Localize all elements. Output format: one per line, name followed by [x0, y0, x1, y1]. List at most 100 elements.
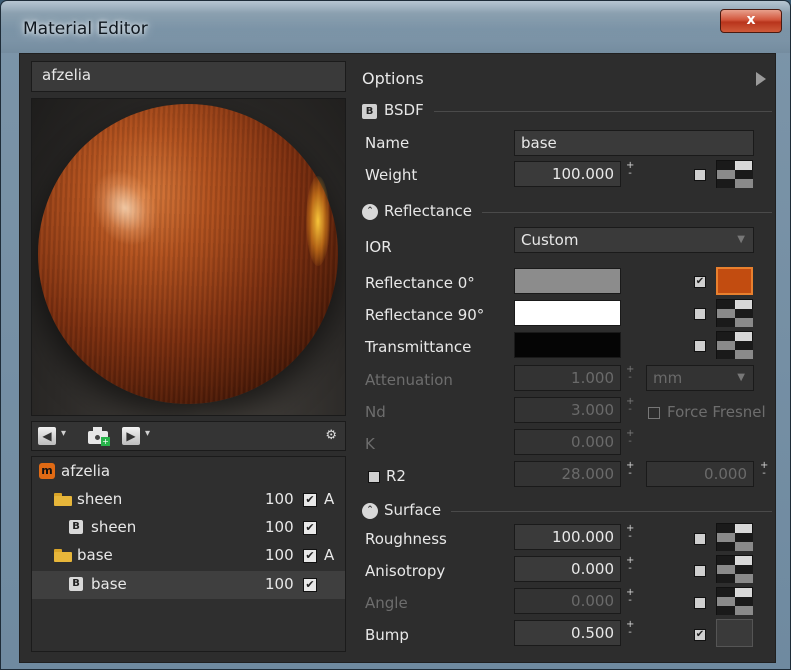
roughness-texture-checkbox[interactable] — [694, 533, 706, 545]
spinner-down[interactable]: - — [760, 469, 768, 479]
spinner-down[interactable]: - — [626, 564, 634, 574]
r2-checkbox[interactable] — [368, 471, 380, 483]
close-button[interactable]: x — [720, 9, 782, 33]
reflectance-section-header[interactable]: ⌃ Reflectance — [362, 202, 772, 222]
reflectance-0-texture-icon[interactable] — [716, 267, 753, 295]
angle-label: Angle — [365, 594, 408, 612]
ior-dropdown[interactable]: Custom ▼ — [514, 227, 754, 253]
editor-client-area: afzelia ◀ ▾ + ▶ ▾ ⚙ m afzelia sheen 100 … — [19, 53, 776, 663]
reflectance-90-texture-icon[interactable] — [716, 299, 753, 327]
transmittance-label: Transmittance — [365, 338, 472, 356]
surface-section-header[interactable]: ⌃ Surface — [362, 501, 772, 521]
angle-texture-checkbox[interactable] — [694, 597, 706, 609]
title-bar[interactable]: Material Editor x — [1, 1, 790, 53]
reflectance-90-texture-checkbox[interactable] — [694, 308, 706, 320]
r2-second-spinner[interactable]: + - — [760, 461, 768, 479]
bump-texture-checkbox[interactable]: ✔ — [694, 629, 706, 641]
weight-input[interactable]: 100.000 — [514, 161, 621, 187]
spinner-down[interactable]: - — [626, 596, 634, 606]
spinner-down[interactable]: - — [626, 405, 634, 415]
spinner-down[interactable]: - — [626, 373, 634, 383]
name-label: Name — [365, 134, 410, 152]
weight-texture-icon[interactable] — [716, 160, 753, 188]
transmittance-texture-checkbox[interactable] — [694, 340, 706, 352]
back-dropdown-icon[interactable]: ▾ — [61, 428, 66, 439]
tree-row-bsdf-selected[interactable]: B base 100 ✔ — [32, 571, 345, 599]
options-expand-icon[interactable] — [756, 72, 766, 86]
bsdf-section-icon: B — [362, 104, 377, 119]
spinner-down[interactable]: - — [626, 628, 634, 638]
anisotropy-input[interactable]: 0.000 — [514, 556, 621, 582]
material-preview[interactable] — [31, 98, 346, 416]
collapse-icon[interactable]: ⌃ — [362, 204, 378, 220]
anisotropy-spinner[interactable]: + - — [626, 556, 634, 574]
tree-item-enabled-checkbox[interactable]: ✔ — [303, 549, 317, 563]
bsdf-icon: B — [69, 577, 83, 591]
weight-texture-checkbox[interactable] — [694, 169, 706, 181]
r2-second-input[interactable]: 0.000 — [646, 461, 754, 487]
tree-row-layer[interactable]: base 100 ✔ A — [32, 542, 345, 570]
attenuation-unit-dropdown[interactable]: mm ▼ — [646, 365, 754, 391]
tree-item-enabled-checkbox[interactable]: ✔ — [303, 578, 317, 592]
preview-settings-icon[interactable]: ⚙ — [325, 428, 337, 443]
attenuation-input[interactable]: 1.000 — [514, 365, 621, 391]
roughness-input[interactable]: 100.000 — [514, 524, 621, 550]
back-arrow-icon[interactable]: ◀ — [38, 427, 56, 445]
k-spinner[interactable]: + - — [626, 429, 634, 447]
tree-item-label: afzelia — [61, 462, 111, 480]
reflectance-0-texture-checkbox[interactable]: ✔ — [694, 276, 706, 288]
k-input[interactable]: 0.000 — [514, 429, 621, 455]
collapse-icon[interactable]: ⌃ — [362, 503, 378, 519]
reflectance-0-color-swatch[interactable] — [514, 268, 621, 294]
reflectance-90-color-swatch[interactable] — [514, 300, 621, 326]
forward-dropdown-icon[interactable]: ▾ — [145, 428, 150, 439]
spinner-down[interactable]: - — [626, 469, 634, 479]
nd-input[interactable]: 3.000 — [514, 397, 621, 423]
angle-spinner[interactable]: + - — [626, 588, 634, 606]
spinner-down[interactable]: - — [626, 437, 634, 447]
tree-row-layer[interactable]: sheen 100 ✔ A — [32, 486, 345, 514]
chevron-down-icon: ▼ — [737, 234, 745, 245]
angle-input[interactable]: 0.000 — [514, 588, 621, 614]
material-icon: m — [39, 463, 55, 479]
camera-add-icon[interactable]: + — [88, 426, 110, 446]
attenuation-label: Attenuation — [365, 371, 453, 389]
chevron-down-icon: ▼ — [737, 372, 745, 383]
tree-item-label: sheen — [77, 490, 123, 508]
spinner-down[interactable]: - — [626, 169, 634, 179]
anisotropy-texture-checkbox[interactable] — [694, 565, 706, 577]
tree-row-bsdf[interactable]: B sheen 100 ✔ — [32, 514, 345, 542]
sphere-rim-light — [306, 176, 330, 266]
window-title: Material Editor — [23, 19, 148, 39]
tree-item-label: sheen — [91, 518, 137, 536]
anisotropy-texture-icon[interactable] — [716, 555, 753, 583]
surface-section-label: Surface — [384, 501, 442, 519]
tree-item-weight: 100 — [265, 518, 294, 536]
tree-row-material[interactable]: m afzelia — [32, 458, 345, 486]
bump-input[interactable]: 0.500 — [514, 620, 621, 646]
r2-input[interactable]: 28.000 — [514, 461, 621, 487]
reflectance-90-label: Reflectance 90° — [365, 306, 485, 324]
spinner-down[interactable]: - — [626, 532, 634, 542]
force-fresnel-checkbox[interactable] — [648, 407, 660, 419]
folder-icon — [54, 493, 72, 506]
options-label[interactable]: Options — [362, 69, 424, 88]
forward-arrow-icon[interactable]: ▶ — [122, 427, 140, 445]
tree-item-enabled-checkbox[interactable]: ✔ — [303, 493, 317, 507]
bump-texture-icon[interactable] — [716, 619, 753, 647]
tree-item-enabled-checkbox[interactable]: ✔ — [303, 521, 317, 535]
bsdf-name-input[interactable]: base — [514, 130, 754, 156]
material-name-field[interactable]: afzelia — [31, 61, 346, 92]
angle-texture-icon[interactable] — [716, 587, 753, 615]
bump-spinner[interactable]: + - — [626, 620, 634, 638]
transmittance-texture-icon[interactable] — [716, 331, 753, 359]
weight-spinner[interactable]: + - — [626, 161, 634, 179]
transmittance-color-swatch[interactable] — [514, 332, 621, 358]
roughness-texture-icon[interactable] — [716, 523, 753, 551]
tree-item-weight: 100 — [265, 546, 294, 564]
nd-spinner[interactable]: + - — [626, 397, 634, 415]
r2-spinner[interactable]: + - — [626, 461, 634, 479]
attenuation-spinner[interactable]: + - — [626, 365, 634, 383]
tree-item-weight: 100 — [265, 575, 294, 593]
roughness-spinner[interactable]: + - — [626, 524, 634, 542]
